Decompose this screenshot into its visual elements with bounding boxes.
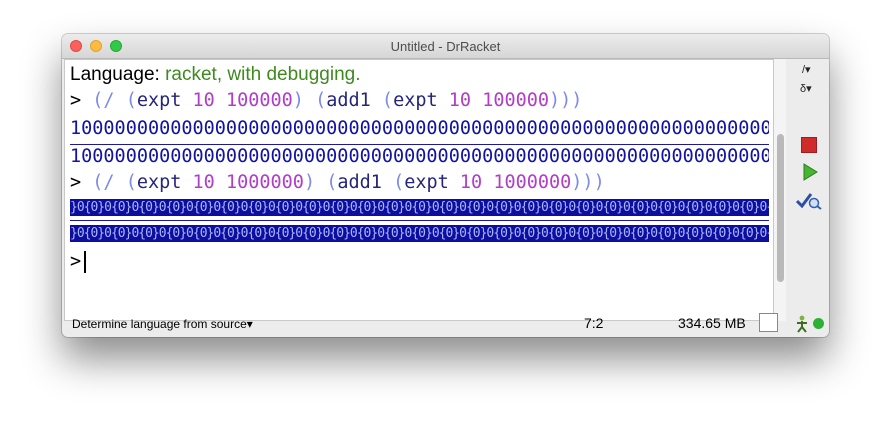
paren-token: ( bbox=[326, 172, 338, 193]
drracket-window: Untitled - DrRacket Language: racket, wi… bbox=[62, 34, 829, 337]
stop-icon[interactable] bbox=[801, 137, 817, 153]
paren-token: ))) bbox=[549, 90, 583, 111]
number-token: 10 bbox=[448, 90, 472, 111]
number-token: 100000 bbox=[225, 90, 293, 111]
number-token: 1000000 bbox=[493, 172, 572, 193]
symbol-token: add1 bbox=[326, 90, 371, 111]
number-token: 10 bbox=[192, 172, 215, 193]
language-menu[interactable]: Determine language from source▾ bbox=[72, 317, 253, 331]
number-token: 1000000 bbox=[225, 172, 304, 193]
language-line: Language: racket, with debugging. bbox=[70, 62, 769, 88]
symbol-token: expt bbox=[136, 90, 182, 111]
result-large-numerator: }0{0}0{0}0{0}0{0}0{0}0{0}0{0}0{0}0{0}0{0… bbox=[70, 199, 769, 216]
window-title: Untitled - DrRacket bbox=[390, 39, 501, 54]
paren-token: ) bbox=[292, 90, 304, 111]
paren-token: ( bbox=[125, 172, 137, 193]
gc-person-icon bbox=[797, 315, 807, 333]
vertical-scrollbar[interactable] bbox=[777, 134, 784, 282]
language-label: Language: bbox=[70, 64, 166, 85]
paren-token: (/ bbox=[92, 172, 115, 193]
cursor-position: 7:2 bbox=[584, 315, 604, 331]
number-token: 10 bbox=[459, 172, 483, 193]
paren-token: ( bbox=[125, 90, 137, 111]
slash-menu-button[interactable]: /▾ bbox=[802, 63, 811, 76]
symbol-token: expt bbox=[136, 172, 182, 193]
prompt: > bbox=[70, 90, 82, 111]
prompt: > bbox=[70, 172, 82, 193]
expression-line-2: > (/ (expt 10 1000000) (add1 (expt 10 10… bbox=[70, 170, 769, 196]
fraction-bar bbox=[70, 220, 769, 221]
paren-token: ( bbox=[381, 90, 394, 111]
paren-token: (/ bbox=[92, 90, 115, 111]
text-caret bbox=[84, 251, 87, 273]
input-line[interactable]: > bbox=[70, 249, 769, 275]
prompt: > bbox=[70, 251, 82, 272]
title-bar: Untitled - DrRacket bbox=[62, 34, 829, 59]
result-large-denominator: }0{0}0{0}0{0}0{0}0{0}0{0}0{0}0{0}0{0}0{0… bbox=[70, 225, 769, 242]
expression-line-1: > (/ (expt 10 100000) (add1 (expt 10 100… bbox=[70, 88, 769, 114]
status-dot bbox=[813, 318, 824, 329]
paren-token: ( bbox=[393, 172, 405, 193]
symbol-token: expt bbox=[404, 172, 449, 193]
language-value: racket, with debugging. bbox=[165, 64, 361, 85]
memory-box[interactable] bbox=[759, 313, 778, 332]
result-denominator: 1000000000000000000000000000000000000000… bbox=[70, 146, 769, 167]
paren-token: ) bbox=[303, 172, 316, 193]
symbol-token: expt bbox=[393, 90, 438, 111]
result-numerator: 1000000000000000000000000000000000000000… bbox=[70, 118, 769, 139]
number-token: 100000 bbox=[482, 90, 550, 111]
status-bar: Determine language from source▾ 7:2 334.… bbox=[62, 311, 829, 337]
memory-usage: 334.65 MB bbox=[678, 315, 746, 331]
check-syntax-icon[interactable] bbox=[796, 192, 822, 210]
paren-token: ))) bbox=[571, 172, 605, 193]
interactions-pane[interactable]: Language: racket, with debugging. > (/ (… bbox=[64, 59, 774, 321]
symbol-token: add1 bbox=[337, 172, 382, 193]
delta-menu-button[interactable]: δ▾ bbox=[800, 82, 812, 95]
number-token: 10 bbox=[192, 90, 215, 111]
run-icon[interactable] bbox=[802, 163, 818, 181]
paren-token: ( bbox=[315, 90, 327, 111]
